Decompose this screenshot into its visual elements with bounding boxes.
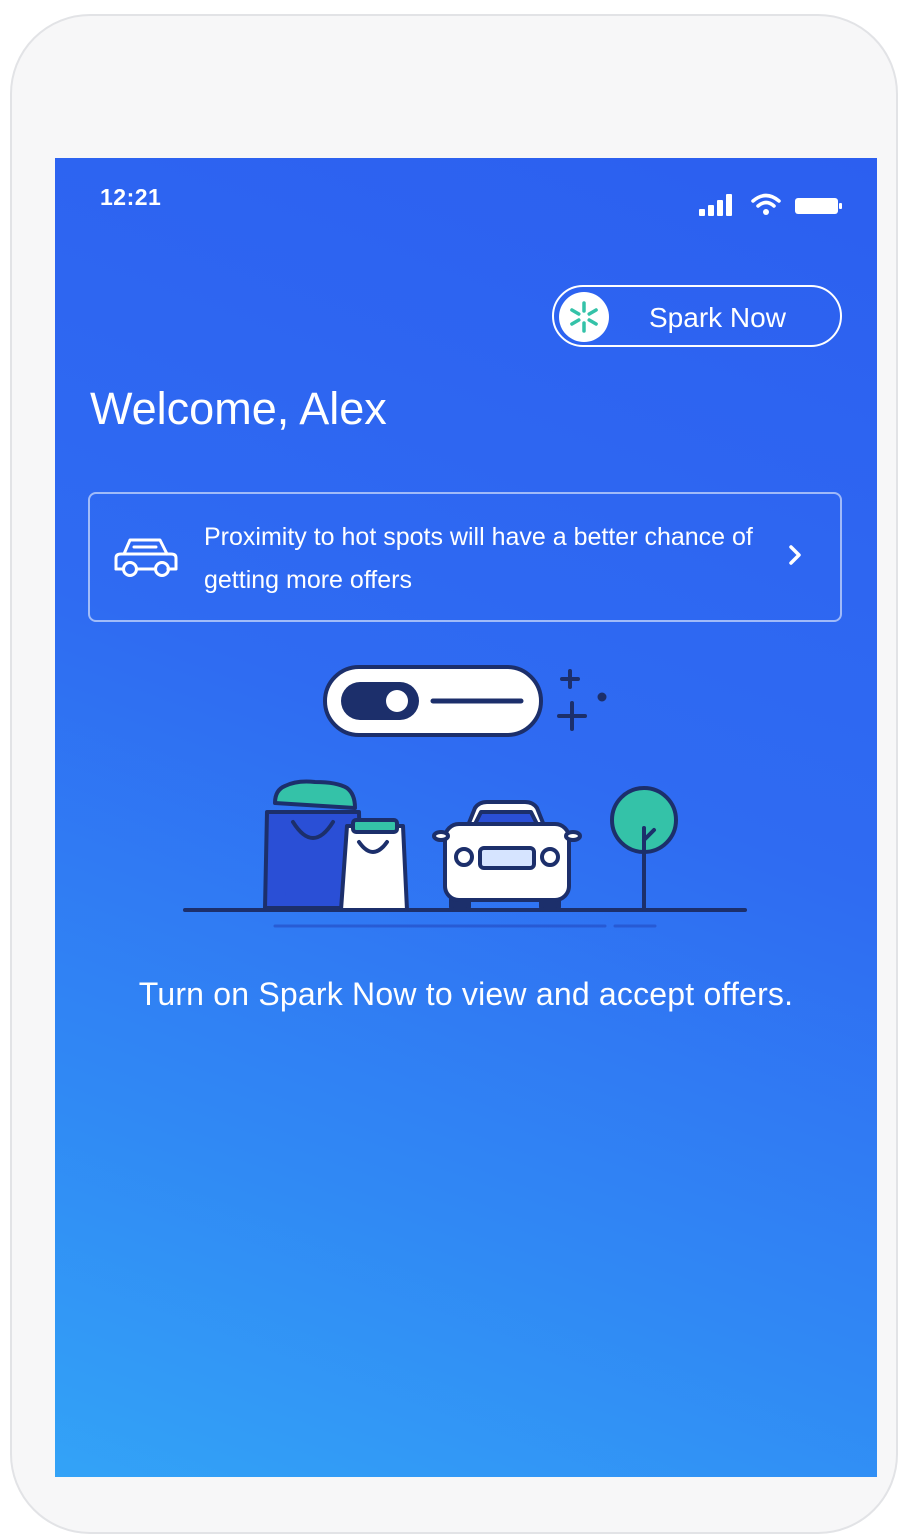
battery-icon: [795, 198, 842, 214]
app-screen: 12:21 Spark Now Welcome, Alex Proximity …: [55, 158, 877, 1477]
signal-icon: [699, 194, 732, 216]
hotspot-tip-card[interactable]: Proximity to hot spots will have a bette…: [88, 492, 842, 622]
welcome-title: Welcome, Alex: [90, 383, 387, 434]
spark-now-toggle[interactable]: Spark Now: [552, 285, 842, 347]
toggle-illustration: [323, 665, 543, 737]
turn-on-instruction: Turn on Spark Now to view and accept off…: [138, 976, 794, 1012]
spark-icon: [570, 301, 598, 333]
car-illustration: [432, 800, 582, 912]
chevron-right-icon: [789, 545, 801, 565]
sparkle-icon: [557, 669, 607, 731]
hotspot-tip-text: Proximity to hot spots will have a bette…: [204, 523, 753, 594]
tree-illustration: [610, 786, 678, 912]
shopping-bags: [263, 779, 409, 912]
spark-illustration: [183, 665, 747, 928]
car-icon: [114, 538, 178, 577]
status-time: 12:21: [100, 184, 162, 210]
phone-frame: 12:21 Spark Now Welcome, Alex Proximity …: [10, 14, 898, 1534]
status-icons: [699, 192, 843, 216]
spark-now-label: Spark Now: [649, 302, 786, 333]
wifi-icon: [751, 193, 781, 215]
spark-now-knob: [559, 292, 609, 342]
